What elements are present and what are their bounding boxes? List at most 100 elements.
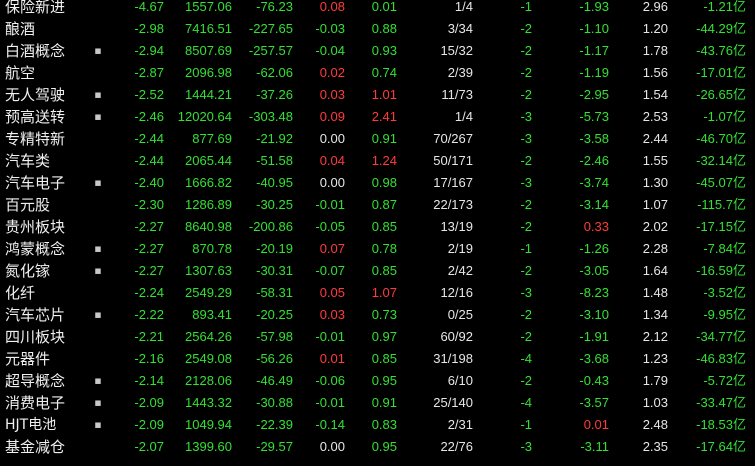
up-down-count-cell: 12/16 xyxy=(440,285,473,300)
change-amount-cell: -200.86 xyxy=(248,219,293,234)
leading-count-cell: -1 xyxy=(520,417,532,432)
leading-count-cell: -2 xyxy=(520,65,532,80)
leading-count-cell: -2 xyxy=(520,219,532,234)
rise-speed-cell: -0.01 xyxy=(315,395,345,410)
concept-marker-icon: ▪ xyxy=(94,374,102,387)
capital-flow-value: -43.76 xyxy=(696,43,733,58)
capital-flow-cell: -1.07亿 xyxy=(672,106,746,128)
change-percent-cell: -2.09 xyxy=(134,395,164,410)
capital-flow-unit: 亿 xyxy=(732,132,746,147)
table-row[interactable]: HJT电池 ▪ -2.09 1049.94 -22.39 -0.14 0.83 2/31 -1 0… xyxy=(0,414,755,436)
index-value-cell: 877.69 xyxy=(192,131,232,146)
capital-flow-unit: 亿 xyxy=(732,0,746,15)
concept-marker-icon xyxy=(94,216,102,238)
capital-flow-value: -17.15 xyxy=(696,219,733,234)
leading-stock-change-cell: -1.19 xyxy=(579,65,609,80)
capital-flow-unit: 亿 xyxy=(732,242,746,257)
leading-count-cell: -2 xyxy=(520,87,532,102)
up-down-count-cell: 13/19 xyxy=(440,219,473,234)
turnover-cell: 0.88 xyxy=(371,21,397,36)
rise-speed-cell: -0.01 xyxy=(315,329,345,344)
index-value-cell: 1049.94 xyxy=(185,417,232,432)
up-down-count-cell: 11/73 xyxy=(441,87,473,102)
leading-stock-change-cell: -3.74 xyxy=(579,175,609,190)
table-row[interactable]: 消费电子 ▪ -2.09 1443.32 -30.88 -0.01 0.91 25/140 -4… xyxy=(0,392,755,414)
index-value-cell: 2128.06 xyxy=(185,373,232,388)
capital-flow-value: -16.59 xyxy=(696,263,733,278)
turnover-cell: 0.85 xyxy=(371,351,397,366)
table-row[interactable]: 汽车类 -2.44 2065.44 -51.58 0.04 1.24 50/171 -2 -2.… xyxy=(0,150,755,172)
capital-flow-cell: -46.83亿 xyxy=(672,348,746,370)
table-row[interactable]: 保险新进 -4.67 1557.06 -76.23 0.08 0.01 1/4 -1 -1.93… xyxy=(0,0,755,18)
capital-flow-unit: 亿 xyxy=(732,220,746,235)
leading-stock-change-cell: -3.10 xyxy=(579,307,609,322)
leading-stock-change-cell: -1.26 xyxy=(579,241,609,256)
index-value-cell: 8640.98 xyxy=(185,219,232,234)
turnover-cell: 0.87 xyxy=(371,197,397,212)
change-percent-cell: -2.16 xyxy=(134,351,164,366)
volume-ratio-cell: 1.55 xyxy=(642,153,668,168)
table-row[interactable]: 氮化镓 ▪ -2.27 1307.63 -30.31 -0.07 0.85 2/42 -2 -3.… xyxy=(0,260,755,282)
change-amount-cell: -21.92 xyxy=(256,131,293,146)
change-amount-cell: -62.06 xyxy=(256,65,293,80)
leading-stock-change-cell: -1.91 xyxy=(579,329,609,344)
table-row[interactable]: 无人驾驶 ▪ -2.52 1444.21 -37.26 0.03 1.01 11/73 -2 -2… xyxy=(0,84,755,106)
sector-name-cell: 化纤 xyxy=(5,284,36,302)
sector-name-cell: 基金减仓 xyxy=(5,438,66,456)
table-row[interactable]: 百元股 -2.30 1286.89 -30.25 -0.01 0.87 22/173 -2 -3… xyxy=(0,194,755,216)
leading-count-cell: -3 xyxy=(520,175,532,190)
table-row[interactable]: 基金减仓 -2.07 1399.60 -29.57 0.00 0.95 22/76 -3 -3.… xyxy=(0,436,755,458)
change-amount-cell: -20.19 xyxy=(256,241,293,256)
change-percent-cell: -2.30 xyxy=(134,197,164,212)
sector-name-cell: 白酒概念 xyxy=(5,42,66,60)
capital-flow-cell: -33.47亿 xyxy=(672,392,746,414)
leading-stock-change-cell: 0.01 xyxy=(583,417,609,432)
table-row[interactable]: 航空 -2.87 2096.98 -62.06 0.02 0.74 2/39 -2 -1.19 1… xyxy=(0,62,755,84)
capital-flow-value: -7.84 xyxy=(703,241,733,256)
capital-flow-cell: -44.29亿 xyxy=(672,18,746,40)
change-amount-cell: -227.65 xyxy=(248,21,293,36)
table-row[interactable]: 化纤 -2.24 2549.29 -58.31 0.05 1.07 12/16 -3 -8.23… xyxy=(0,282,755,304)
table-row[interactable]: 超导概念 ▪ -2.14 2128.06 -46.49 -0.06 0.95 6/10 -2 -0… xyxy=(0,370,755,392)
table-row[interactable]: 白酒概念 ▪ -2.94 8507.69 -257.57 -0.04 0.93 15/32 -2… xyxy=(0,40,755,62)
sector-name-cell: 预高送转 xyxy=(5,108,66,126)
up-down-count-cell: 1/4 xyxy=(454,109,473,124)
change-amount-cell: -40.95 xyxy=(256,175,293,190)
index-value-cell: 1557.06 xyxy=(185,0,232,14)
leading-count-cell: -4 xyxy=(520,395,532,410)
up-down-count-cell: 3/34 xyxy=(447,21,473,36)
turnover-cell: 0.91 xyxy=(371,131,397,146)
table-row[interactable]: 四川板块 -2.21 2564.26 -57.98 -0.01 0.97 60/92 -2 -1… xyxy=(0,326,755,348)
table-row[interactable]: 专精特新 -2.44 877.69 -21.92 0.00 0.91 70/267 -3 -3.… xyxy=(0,128,755,150)
capital-flow-unit: 亿 xyxy=(732,110,746,125)
leading-count-cell: -3 xyxy=(520,131,532,146)
table-row[interactable]: 汽车芯片 ▪ -2.22 893.41 -20.25 0.03 0.73 0/25 -2 -3.1… xyxy=(0,304,755,326)
table-row[interactable]: 酿酒 -2.98 7416.51 -227.65 -0.03 0.88 3/34 -2 -1.1… xyxy=(0,18,755,40)
capital-flow-unit: 亿 xyxy=(732,22,746,37)
capital-flow-cell: -32.14亿 xyxy=(672,150,746,172)
volume-ratio-cell: 1.03 xyxy=(642,395,668,410)
change-percent-cell: -2.46 xyxy=(134,109,164,124)
change-percent-cell: -2.21 xyxy=(134,329,164,344)
capital-flow-value: -3.52 xyxy=(703,285,733,300)
capital-flow-cell: -17.01亿 xyxy=(672,62,746,84)
volume-ratio-cell: 1.79 xyxy=(642,373,668,388)
index-value-cell: 7416.51 xyxy=(185,21,232,36)
table-row[interactable]: 贵州板块 -2.27 8640.98 -200.86 -0.05 0.85 13/19 -2 0… xyxy=(0,216,755,238)
up-down-count-cell: 70/267 xyxy=(433,131,473,146)
table-row[interactable]: 汽车电子 ▪ -2.40 1666.82 -40.95 0.00 0.98 17/167 -3 -… xyxy=(0,172,755,194)
leading-count-cell: -3 xyxy=(520,439,532,454)
rise-speed-cell: 0.00 xyxy=(319,131,345,146)
table-row[interactable]: 元器件 -2.16 2549.08 -56.26 0.01 0.85 31/198 -4 -3.… xyxy=(0,348,755,370)
change-amount-cell: -22.39 xyxy=(256,417,293,432)
leading-count-cell: -3 xyxy=(520,285,532,300)
capital-flow-cell: -18.53亿 xyxy=(672,414,746,436)
capital-flow-cell: -5.72亿 xyxy=(672,370,746,392)
capital-flow-unit: 亿 xyxy=(732,330,746,345)
table-row[interactable]: 预高送转 ▪ -2.46 12020.64 -303.48 0.09 2.41 1/4 -3 -5… xyxy=(0,106,755,128)
capital-flow-value: -46.83 xyxy=(696,351,733,366)
concept-marker-icon xyxy=(94,0,102,18)
table-row[interactable]: 鸿蒙概念 ▪ -2.27 870.78 -20.19 0.07 0.78 2/19 -1 -1.2… xyxy=(0,238,755,260)
turnover-cell: 0.78 xyxy=(371,241,397,256)
capital-flow-unit: 亿 xyxy=(732,264,746,279)
